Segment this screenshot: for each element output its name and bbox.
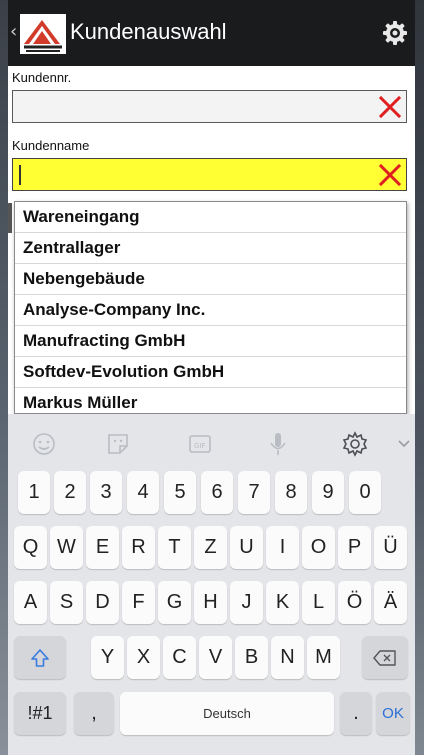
key-n[interactable]: N [271,636,304,679]
key-y[interactable]: Y [91,636,124,679]
key-2[interactable]: 2 [54,471,86,514]
suggestion-dropdown: Wareneingang Zentrallager Nebengebäude A… [14,201,407,414]
suggestion-item[interactable]: Softdev-Evolution GmbH [15,357,406,388]
key-l[interactable]: L [302,581,335,624]
key-7[interactable]: 7 [238,471,270,514]
key-i[interactable]: I [266,526,299,569]
suggestion-item[interactable]: Nebengebäude [15,264,406,295]
key-0[interactable]: 0 [349,471,381,514]
suggestion-item[interactable]: Manufracting GmbH [15,326,406,357]
key-h[interactable]: H [194,581,227,624]
key-r[interactable]: R [122,526,155,569]
clear-customer-name-icon[interactable] [378,163,402,187]
key-d[interactable]: D [86,581,119,624]
key-m[interactable]: M [307,636,340,679]
key-u[interactable]: U [230,526,263,569]
key-t[interactable]: T [158,526,191,569]
key-z[interactable]: Z [194,526,227,569]
key-x[interactable]: X [127,636,160,679]
phone-bezel-right [415,0,424,755]
key-u-umlaut[interactable]: Ü [374,526,407,569]
key-c[interactable]: C [163,636,196,679]
shift-icon [31,648,49,667]
space-key[interactable]: Deutsch [120,692,334,735]
mic-icon[interactable] [264,430,292,458]
key-a[interactable]: A [14,581,47,624]
backspace-key[interactable] [362,636,408,679]
key-k[interactable]: K [266,581,299,624]
key-p[interactable]: P [338,526,371,569]
key-a-umlaut[interactable]: Ä [374,581,407,624]
chevron-down-icon[interactable] [396,430,415,458]
sticker-icon[interactable] [104,430,132,458]
key-j[interactable]: J [230,581,263,624]
phone-bezel-left [0,0,8,755]
key-w[interactable]: W [50,526,83,569]
underlying-element-edge [8,203,12,233]
symbols-key[interactable]: !#1 [14,692,66,735]
app-bar: ‹ Kundenauswahl [8,0,415,66]
key-v[interactable]: V [199,636,232,679]
gif-icon[interactable]: GIF [186,430,214,458]
keyboard-toolbar: GIF [8,422,415,466]
key-3[interactable]: 3 [90,471,122,514]
customer-name-label: Kundenname [12,138,90,153]
suggestion-item[interactable]: Analyse-Company Inc. [15,295,406,326]
key-f[interactable]: F [122,581,155,624]
back-chevron-icon[interactable]: ‹ [10,22,17,42]
key-6[interactable]: 6 [201,471,233,514]
key-b[interactable]: B [235,636,268,679]
key-e[interactable]: E [86,526,119,569]
settings-gear-icon[interactable] [380,18,410,48]
key-5[interactable]: 5 [164,471,196,514]
key-4[interactable]: 4 [127,471,159,514]
ok-key[interactable]: OK [376,692,410,735]
key-8[interactable]: 8 [275,471,307,514]
phone-screen: ‹ Kundenauswahl Kundennr. Kundenname War… [8,0,415,755]
page-title: Kundenauswahl [70,19,227,44]
suggestion-item[interactable]: Zentrallager [15,233,406,264]
key-1[interactable]: 1 [18,471,50,514]
suggestion-item[interactable]: Wareneingang [15,202,406,233]
text-cursor [19,165,21,185]
emoji-icon[interactable] [30,430,58,458]
key-g[interactable]: G [158,581,191,624]
keyboard-settings-icon[interactable] [341,430,369,458]
key-o[interactable]: O [302,526,335,569]
key-o-umlaut[interactable]: Ö [338,581,371,624]
customer-number-field[interactable] [12,90,407,123]
period-key[interactable]: . [340,692,372,735]
key-q[interactable]: Q [14,526,47,569]
customer-number-label: Kundennr. [12,70,72,85]
customer-name-field[interactable] [12,158,407,191]
shift-key[interactable] [14,636,66,679]
backspace-icon [373,649,396,666]
company-logo[interactable] [20,14,66,54]
comma-key[interactable]: , [74,692,114,735]
key-9[interactable]: 9 [312,471,344,514]
clear-customer-number-icon[interactable] [378,95,402,119]
soft-keyboard: GIF 1 2 3 4 5 6 7 8 9 0 Q W E R T Z U I … [8,414,415,755]
key-s[interactable]: S [50,581,83,624]
svg-text:GIF: GIF [194,442,206,450]
